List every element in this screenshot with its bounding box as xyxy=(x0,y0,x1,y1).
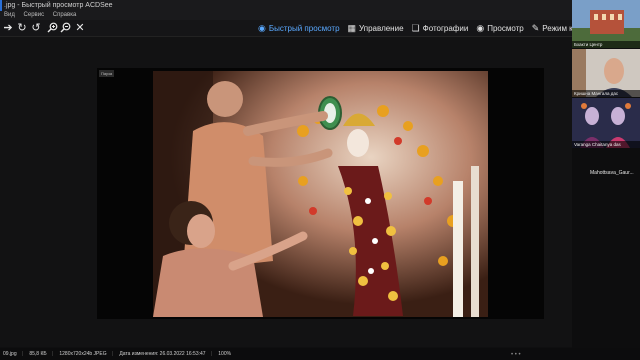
menu-item-help[interactable]: Справка xyxy=(53,12,77,18)
menu-item-service[interactable]: Сервис xyxy=(24,12,45,18)
mode-quick-view[interactable]: ◉ Быстрый просмотр xyxy=(258,23,340,34)
participant-name: Кришна Мангала дас xyxy=(572,90,640,97)
photos-icon: ❏ xyxy=(411,23,420,33)
eye-icon: ◉ xyxy=(258,23,266,33)
mode-switcher: ◉ Быстрый просмотр ▦ Управление ❏ Фотогр… xyxy=(258,20,606,37)
rotate-ccw-icon[interactable]: ↻ xyxy=(16,22,28,34)
status-modified: Дата изменения: 26.03.2022 16:53:47 xyxy=(119,351,206,357)
close-icon[interactable]: ✕ xyxy=(74,22,86,34)
participant-name: Varanga Chaitanya das xyxy=(572,141,640,148)
zoom-in-icon[interactable] xyxy=(46,22,58,34)
mode-photos-label: Фотографии xyxy=(422,24,469,33)
displayed-photo[interactable] xyxy=(153,71,488,317)
participant-tile[interactable]: Кришна Мангала дас xyxy=(572,49,640,97)
menu-item-view[interactable]: Вид xyxy=(4,12,15,18)
window-title: .jpg - Быстрый просмотр ACDSee xyxy=(4,2,113,9)
status-filename: 09.jpg xyxy=(3,351,17,357)
status-filesize: 85,8 КБ xyxy=(29,351,47,357)
participant-tile[interactable]: Varanga Chaitanya das xyxy=(572,98,640,148)
zoom-out-icon[interactable] xyxy=(59,22,71,34)
status-bar: 09.jpg | 85,8 КБ | 1280x720x24b JPEG | Дата… xyxy=(0,348,640,360)
eye-icon: ◉ xyxy=(476,23,485,33)
mode-view[interactable]: ◉ Просмотр xyxy=(476,23,523,34)
mode-view-label: Просмотр xyxy=(487,24,524,33)
menu-bar: Вид Сервис Справка xyxy=(0,11,572,20)
grid-icon: ▦ xyxy=(347,23,357,33)
mode-photos[interactable]: ❏ Фотографии xyxy=(412,23,469,34)
participant-tile[interactable]: Бхакти Центр xyxy=(572,0,640,48)
edit-icon: ✎ xyxy=(531,23,540,33)
mode-manage[interactable]: ▦ Управление xyxy=(348,23,404,34)
pause-badge: Пауза xyxy=(99,70,115,77)
rotate-cw-icon[interactable]: ↺ xyxy=(30,22,42,34)
status-dimensions: 1280x720x24b JPEG xyxy=(59,351,107,357)
participant-name: Бхакти Центр xyxy=(572,41,640,48)
more-dots-icon[interactable]: • • • xyxy=(511,352,521,358)
participant-name-only[interactable]: Mahottsava_Gaur... xyxy=(590,170,634,176)
arrow-right-icon[interactable]: ➔ xyxy=(2,22,14,34)
status-zoom: 100% xyxy=(218,351,232,357)
mode-quick-view-label: Быстрый просмотр xyxy=(268,24,340,33)
window-titlebar: .jpg - Быстрый просмотр ACDSee xyxy=(0,0,572,11)
mode-manage-label: Управление xyxy=(359,24,404,33)
window-accent xyxy=(0,0,2,11)
